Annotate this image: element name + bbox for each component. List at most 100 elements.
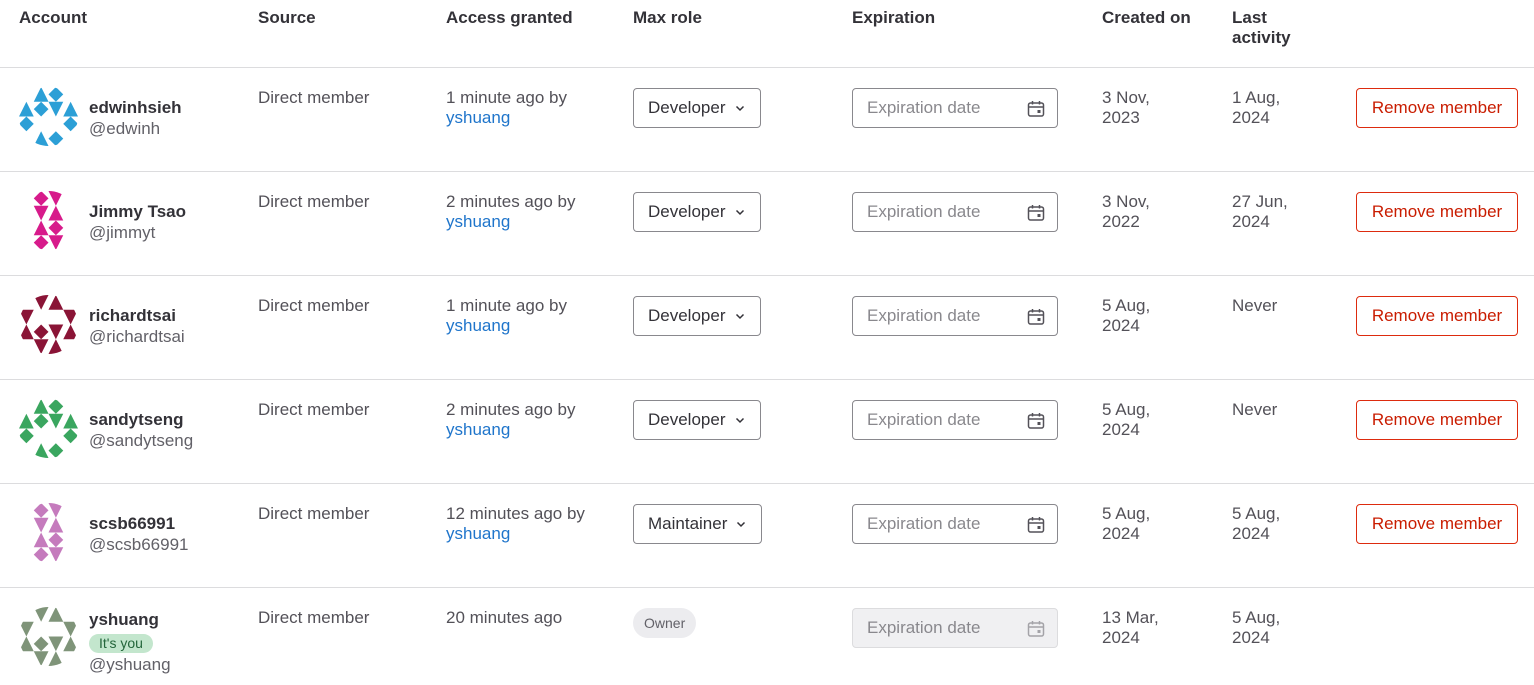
source-cell: Direct member xyxy=(258,88,370,107)
member-handle: @yshuang xyxy=(89,655,171,674)
source-cell: Direct member xyxy=(258,192,370,211)
last-activity-cell: Never xyxy=(1232,400,1277,420)
header-created-on: Created on xyxy=(1102,8,1191,27)
calendar-icon[interactable] xyxy=(1027,412,1045,430)
expiration-date-field[interactable] xyxy=(852,192,1058,232)
last-activity-line1: Never xyxy=(1232,400,1278,419)
expiration-date-input xyxy=(867,618,1017,638)
created-on-line1: 3 Nov, xyxy=(1102,192,1150,211)
created-on-cell: 13 Mar, 2024 xyxy=(1102,608,1159,648)
expiration-date-input[interactable] xyxy=(867,514,1017,534)
member-name[interactable]: yshuang xyxy=(89,609,159,631)
created-on-cell: 5 Aug, 2024 xyxy=(1102,504,1150,544)
expiration-date-field[interactable] xyxy=(852,400,1058,440)
last-activity-line1: 27 Jun, xyxy=(1232,192,1288,211)
remove-member-button[interactable]: Remove member xyxy=(1356,88,1518,128)
member-name[interactable]: richardtsai xyxy=(89,305,176,327)
header-access-granted: Access granted xyxy=(446,8,573,27)
member-handle: @sandytseng xyxy=(89,431,194,450)
granted-by-link[interactable]: yshuang xyxy=(446,420,510,439)
granted-by-link[interactable]: yshuang xyxy=(446,316,510,335)
owner-badge: Owner xyxy=(633,608,697,638)
created-on-line1: 13 Mar, xyxy=(1102,608,1159,627)
last-activity-line2: 2024 xyxy=(1232,524,1270,543)
role-dropdown[interactable]: Developer xyxy=(633,88,761,128)
expiration-date-input[interactable] xyxy=(867,410,1017,430)
remove-member-button[interactable]: Remove member xyxy=(1356,400,1518,440)
last-activity-line1: 5 Aug, xyxy=(1232,608,1281,627)
identicon-image xyxy=(19,399,78,458)
created-on-line2: 2024 xyxy=(1102,524,1140,543)
source-cell: Direct member xyxy=(258,608,370,627)
expiration-date-input[interactable] xyxy=(867,202,1017,222)
role-value: Maintainer xyxy=(648,514,728,533)
last-activity-line1: 1 Aug, xyxy=(1232,88,1281,107)
identicon-image xyxy=(19,87,78,146)
identicon-image xyxy=(19,295,78,354)
access-granted-cell: 1 minute ago by yshuang xyxy=(446,296,567,336)
its-you-badge: It's you xyxy=(89,634,153,653)
calendar-icon[interactable] xyxy=(1027,100,1045,118)
avatar[interactable] xyxy=(19,191,78,250)
header-last-activity: Last activity xyxy=(1232,8,1291,48)
avatar[interactable] xyxy=(19,87,78,146)
created-on-cell: 3 Nov, 2023 xyxy=(1102,88,1150,128)
last-activity-cell: 5 Aug, 2024 xyxy=(1232,504,1280,544)
last-activity-cell: 1 Aug, 2024 xyxy=(1232,88,1280,128)
member-name[interactable]: scsb66991 xyxy=(89,513,175,535)
last-activity-line2: 2024 xyxy=(1232,628,1270,647)
created-on-line2: 2022 xyxy=(1102,212,1140,231)
member-name[interactable]: sandytseng xyxy=(89,409,183,431)
access-granted-cell: 2 minutes ago by yshuang xyxy=(446,192,575,232)
expiration-date-field[interactable] xyxy=(852,88,1058,128)
last-activity-cell: 27 Jun, 2024 xyxy=(1232,192,1288,232)
created-on-cell: 5 Aug, 2024 xyxy=(1102,400,1150,440)
member-handle: @jimmyt xyxy=(89,223,156,242)
source-cell: Direct member xyxy=(258,504,370,523)
role-value: Developer xyxy=(648,410,726,429)
calendar-icon[interactable] xyxy=(1027,308,1045,326)
access-granted-cell: 12 minutes ago by yshuang xyxy=(446,504,585,544)
created-on-line2: 2024 xyxy=(1102,420,1140,439)
remove-member-button[interactable]: Remove member xyxy=(1356,504,1518,544)
avatar[interactable] xyxy=(19,503,78,562)
chevron-down-icon xyxy=(735,313,744,320)
members-table: Account Source Access granted Max role E… xyxy=(0,0,1534,685)
identicon-image xyxy=(19,503,78,562)
header-max-role: Max role xyxy=(633,8,702,27)
avatar[interactable] xyxy=(19,607,78,666)
role-dropdown[interactable]: Developer xyxy=(633,192,761,232)
granted-by-link[interactable]: yshuang xyxy=(446,108,510,127)
access-granted-cell: 20 minutes ago xyxy=(446,608,562,628)
source-cell: Direct member xyxy=(258,400,370,419)
calendar-icon[interactable] xyxy=(1027,204,1045,222)
granted-by-link[interactable]: yshuang xyxy=(446,212,510,231)
avatar[interactable] xyxy=(19,399,78,458)
chevron-down-icon xyxy=(735,105,744,112)
granted-by-link[interactable]: yshuang xyxy=(446,524,510,543)
calendar-icon[interactable] xyxy=(1027,516,1045,534)
role-dropdown[interactable]: Developer xyxy=(633,296,761,336)
member-name[interactable]: edwinhsieh xyxy=(89,97,182,119)
expiration-date-input[interactable] xyxy=(867,98,1017,118)
table-row: edwinhsieh @edwinh Direct member 1 minut… xyxy=(0,68,1534,172)
member-name[interactable]: Jimmy Tsao xyxy=(89,201,186,223)
created-on-line2: 2024 xyxy=(1102,316,1140,335)
table-row: Jimmy Tsao @jimmyt Direct member 2 minut… xyxy=(0,172,1534,276)
last-activity-line1: 5 Aug, xyxy=(1232,504,1281,523)
avatar[interactable] xyxy=(19,295,78,354)
role-value: Developer xyxy=(648,98,726,117)
expiration-date-input[interactable] xyxy=(867,306,1017,326)
role-dropdown[interactable]: Developer xyxy=(633,400,761,440)
identicon-image xyxy=(19,607,78,666)
last-activity-line1: Never xyxy=(1232,296,1278,315)
role-dropdown[interactable]: Maintainer xyxy=(633,504,763,544)
access-granted-text: 2 minutes ago by xyxy=(446,400,576,419)
member-handle: @scsb66991 xyxy=(89,535,189,554)
remove-member-button[interactable]: Remove member xyxy=(1356,192,1518,232)
access-granted-cell: 1 minute ago by yshuang xyxy=(446,88,567,128)
chevron-down-icon xyxy=(735,209,744,216)
expiration-date-field[interactable] xyxy=(852,296,1058,336)
expiration-date-field[interactable] xyxy=(852,504,1058,544)
remove-member-button[interactable]: Remove member xyxy=(1356,296,1518,336)
